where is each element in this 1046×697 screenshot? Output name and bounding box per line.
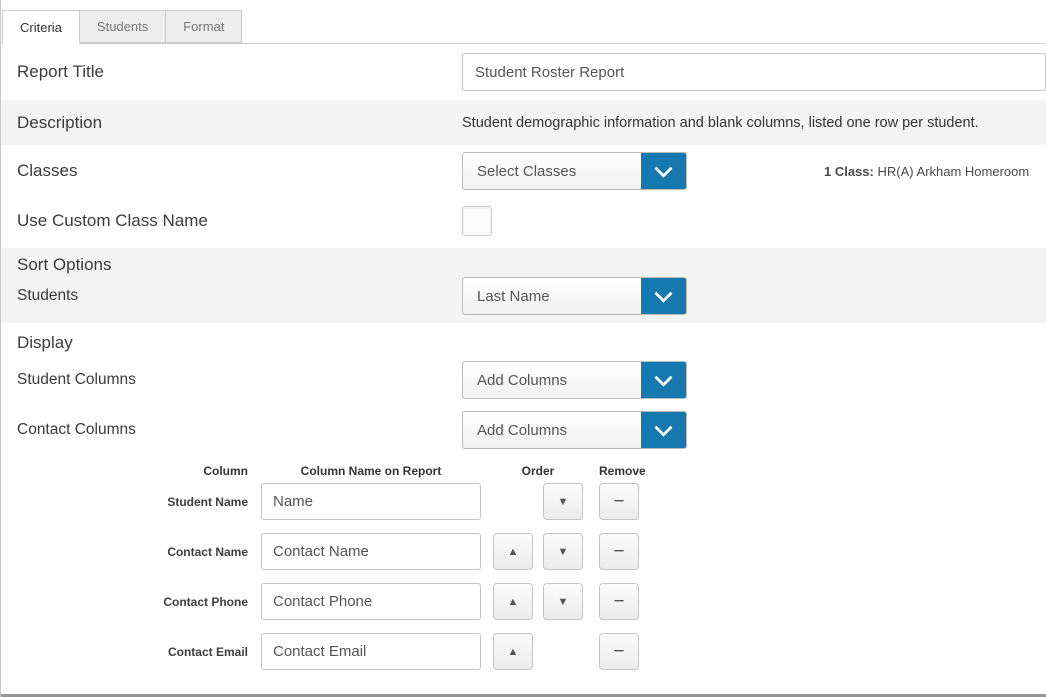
move-up-button[interactable]: ▲ [493,633,533,670]
move-down-button[interactable]: ▼ [543,583,583,620]
remove-button[interactable]: − [599,633,639,670]
student-columns-dropdown[interactable]: Add Columns [462,361,687,399]
classes-label: Classes [1,161,462,181]
report-title-row: Report Title [1,44,1046,100]
column-name-on-report-header: Column Name on Report [261,464,481,478]
description-row: Description Student demographic informat… [1,100,1046,145]
move-down-button[interactable]: ▼ [543,533,583,570]
move-up-button[interactable]: ▲ [493,583,533,620]
chevron-down-icon [654,368,672,386]
selected-classes-names: HR(A) Arkham Homeroom [874,164,1029,179]
chevron-down-icon [654,418,672,436]
student-columns-dropdown-label: Add Columns [463,362,641,398]
remove-button[interactable]: − [599,533,639,570]
display-section: Display Student Columns Add Columns Cont… [1,323,1046,670]
move-down-button[interactable]: ▼ [543,483,583,520]
row-column-label: Student Name [1,495,251,509]
description-text: Student demographic information and blan… [462,115,1046,131]
contact-columns-dropdown-label: Add Columns [463,412,641,448]
up-arrow-icon: ▲ [508,546,519,558]
row-column-label: Contact Name [1,545,251,559]
sort-students-dropdown-label: Last Name [463,278,641,314]
sort-students-row: Students Last Name [1,277,1046,315]
minus-icon: − [613,592,624,611]
custom-class-name-checkbox[interactable] [462,206,492,236]
minus-icon: − [613,642,624,661]
column-header: Column [1,464,251,478]
select-classes-dropdown[interactable]: Select Classes [462,152,687,190]
tab-format[interactable]: Format [166,10,242,43]
table-row: Student Name ▼ − [1,483,1046,520]
column-name-input[interactable] [261,533,481,570]
row-column-label: Contact Email [1,645,251,659]
custom-class-name-label: Use Custom Class Name [1,211,462,231]
sort-options-section: Sort Options Students Last Name [1,248,1046,323]
contact-columns-dropdown-button[interactable] [641,412,686,448]
student-columns-row: Student Columns Add Columns [1,361,1046,399]
custom-class-name-row: Use Custom Class Name [1,197,1046,245]
down-arrow-icon: ▼ [558,596,569,608]
column-name-input[interactable] [261,483,481,520]
contact-columns-row: Contact Columns Add Columns [1,411,1046,449]
student-columns-label: Student Columns [1,371,462,389]
order-header: Order [493,464,583,478]
report-title-label: Report Title [1,62,462,82]
minus-icon: − [613,542,624,561]
description-label: Description [1,113,462,133]
sort-students-dropdown-button[interactable] [641,278,686,314]
contact-columns-label: Contact Columns [1,421,462,439]
selected-classes-summary: 1 Class: HR(A) Arkham Homeroom [824,164,1029,179]
down-arrow-icon: ▼ [558,496,569,508]
column-name-input[interactable] [261,633,481,670]
row-column-label: Contact Phone [1,595,251,609]
tab-criteria[interactable]: Criteria [2,10,80,44]
sort-options-heading: Sort Options [1,252,1046,277]
up-arrow-icon: ▲ [508,596,519,608]
minus-icon: − [613,492,624,511]
report-criteria-page: Criteria Students Format Report Title De… [0,0,1046,697]
remove-header: Remove [599,464,639,478]
display-heading: Display [1,323,1046,359]
up-arrow-icon: ▲ [508,646,519,658]
column-name-input[interactable] [261,583,481,620]
report-title-input[interactable] [462,53,1046,91]
remove-button[interactable]: − [599,583,639,620]
select-classes-dropdown-label: Select Classes [463,153,641,189]
student-columns-dropdown-button[interactable] [641,362,686,398]
sort-students-label: Students [1,287,462,305]
classes-row: Classes Select Classes 1 Class: HR(A) Ar… [1,145,1046,197]
chevron-down-icon [654,284,672,302]
down-arrow-icon: ▼ [558,546,569,558]
move-up-button[interactable]: ▲ [493,533,533,570]
sort-students-dropdown[interactable]: Last Name [462,277,687,315]
chevron-down-icon [654,159,672,177]
table-row: Contact Phone ▲ ▼ − [1,583,1046,620]
remove-button[interactable]: − [599,483,639,520]
tab-students[interactable]: Students [80,10,166,43]
table-row: Contact Name ▲ ▼ − [1,533,1046,570]
tab-bar: Criteria Students Format [1,0,1046,44]
contact-columns-dropdown[interactable]: Add Columns [462,411,687,449]
select-classes-dropdown-button[interactable] [641,153,686,189]
columns-table-header: Column Column Name on Report Order Remov… [1,459,1046,483]
table-row: Contact Email ▲ − [1,633,1046,670]
selected-classes-count: 1 Class: [824,164,874,179]
